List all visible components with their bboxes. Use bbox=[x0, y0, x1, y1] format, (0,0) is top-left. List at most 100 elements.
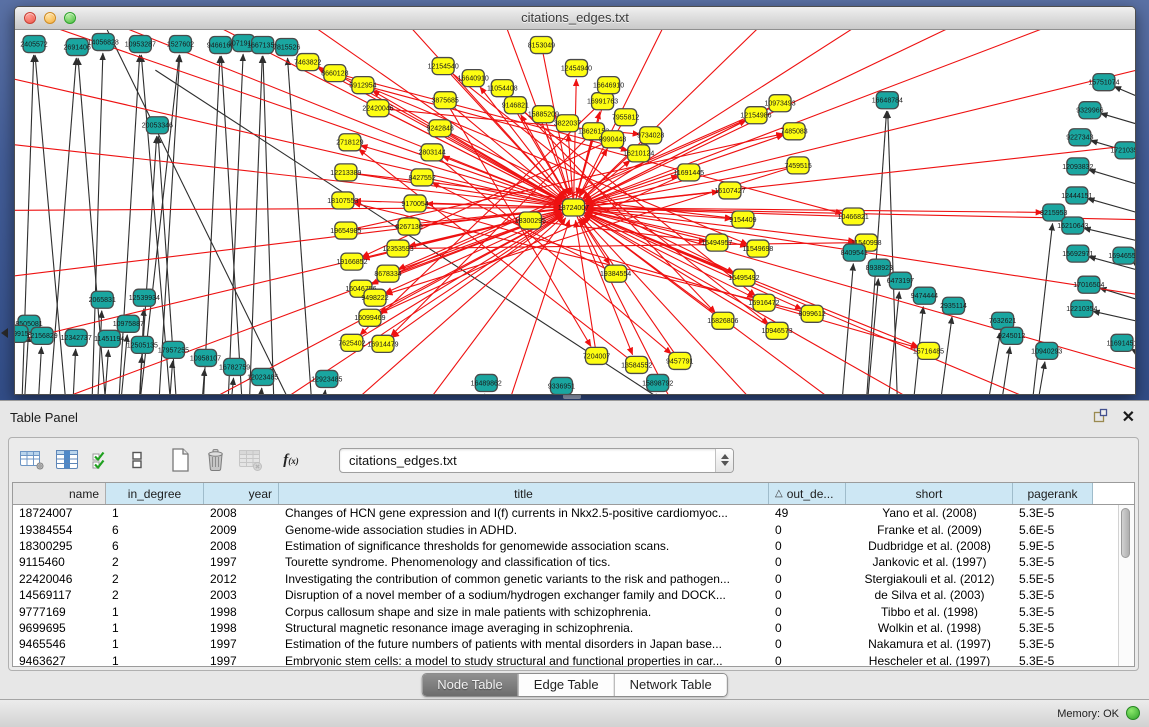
table-cell[interactable]: 2009 bbox=[204, 523, 279, 537]
table-cell[interactable]: 1 bbox=[106, 654, 204, 667]
table-cell[interactable]: 0 bbox=[769, 539, 846, 553]
tab-edge-table[interactable]: Edge Table bbox=[518, 674, 614, 696]
table-row[interactable]: 946554611997Estimation of the future num… bbox=[13, 636, 1134, 652]
tab-network-table[interactable]: Network Table bbox=[614, 674, 727, 696]
table-cell[interactable]: 1997 bbox=[204, 637, 279, 651]
table-cell[interactable]: 2012 bbox=[204, 572, 279, 586]
table-cell[interactable]: 1 bbox=[106, 506, 204, 520]
vertical-scrollbar[interactable] bbox=[1118, 505, 1134, 666]
table-cell[interactable]: 1998 bbox=[204, 621, 279, 635]
table-cell[interactable]: Corpus callosum shape and size in male p… bbox=[279, 605, 769, 619]
table-cell[interactable]: Structural magnetic resonance image aver… bbox=[279, 621, 769, 635]
table-cell[interactable]: 2 bbox=[106, 572, 204, 586]
tab-node-table[interactable]: Node Table bbox=[422, 674, 518, 696]
column-header-pagerank[interactable]: pagerank bbox=[1013, 483, 1093, 504]
table-cell[interactable]: 9463627 bbox=[13, 654, 106, 667]
table-selector-combobox[interactable]: citations_edges.txt bbox=[339, 448, 734, 473]
table-cell[interactable]: 5.3E-5 bbox=[1013, 621, 1093, 635]
table-cell[interactable]: Nakamura et al. (1997) bbox=[846, 637, 1013, 651]
table-cell[interactable]: Tibbo et al. (1998) bbox=[846, 605, 1013, 619]
table-cell[interactable]: 19384554 bbox=[13, 523, 106, 537]
show-column-button[interactable] bbox=[52, 446, 82, 474]
table-row[interactable]: 1938455462009Genome-wide association stu… bbox=[13, 521, 1134, 537]
table-row[interactable]: 1830029562008Estimation of significance … bbox=[13, 538, 1134, 554]
table-row[interactable]: 977716911998Corpus callosum shape and si… bbox=[13, 603, 1134, 619]
table-cell[interactable]: Disruption of a novel member of a sodium… bbox=[279, 588, 769, 602]
table-row[interactable]: 969969511998Structural magnetic resonanc… bbox=[13, 620, 1134, 636]
column-header-short[interactable]: short bbox=[846, 483, 1013, 504]
table-cell[interactable]: 6 bbox=[106, 523, 204, 537]
table-cell[interactable]: 14569117 bbox=[13, 588, 106, 602]
memory-status-dot[interactable] bbox=[1126, 706, 1140, 720]
table-cell[interactable]: 5.3E-5 bbox=[1013, 588, 1093, 602]
column-header-title[interactable]: title bbox=[279, 483, 769, 504]
table-cell[interactable]: Jankovic et al. (1997) bbox=[846, 555, 1013, 569]
table-cell[interactable]: 18724007 bbox=[13, 506, 106, 520]
table-cell[interactable]: 9465546 bbox=[13, 637, 106, 651]
table-cell[interactable]: Wolkin et al. (1998) bbox=[846, 621, 1013, 635]
table-cell[interactable]: Tourette syndrome. Phenomenology and cla… bbox=[279, 555, 769, 569]
table-cell[interactable]: 1 bbox=[106, 637, 204, 651]
table-cell[interactable]: 5.6E-5 bbox=[1013, 523, 1093, 537]
table-cell[interactable]: 0 bbox=[769, 588, 846, 602]
table-cell[interactable]: 5.9E-5 bbox=[1013, 539, 1093, 553]
table-cell[interactable]: Yano et al. (2008) bbox=[846, 506, 1013, 520]
network-window-titlebar[interactable]: citations_edges.txt bbox=[15, 7, 1135, 30]
table-cell[interactable]: 0 bbox=[769, 637, 846, 651]
select-all-button[interactable] bbox=[87, 446, 117, 474]
minimize-button[interactable] bbox=[44, 12, 56, 24]
network-canvas[interactable]: 1872400718300295193845542242004627181291… bbox=[15, 30, 1135, 394]
table-cell[interactable]: 49 bbox=[769, 506, 846, 520]
table-cell[interactable]: 22420046 bbox=[13, 572, 106, 586]
table-cell[interactable]: 1997 bbox=[204, 555, 279, 569]
table-cell[interactable]: 2 bbox=[106, 555, 204, 569]
table-cell[interactable]: 1 bbox=[106, 621, 204, 635]
table-cell[interactable]: Changes of HCN gene expression and I(f) … bbox=[279, 506, 769, 520]
new-table-button[interactable] bbox=[165, 446, 195, 474]
table-cell[interactable]: 9777169 bbox=[13, 605, 106, 619]
table-cell[interactable]: Estimation of significance thresholds fo… bbox=[279, 539, 769, 553]
table-cell[interactable]: 1998 bbox=[204, 605, 279, 619]
table-cell[interactable]: Genome-wide association studies in ADHD. bbox=[279, 523, 769, 537]
import-table-button[interactable] bbox=[235, 446, 265, 474]
table-cell[interactable]: 0 bbox=[769, 523, 846, 537]
delete-table-button[interactable] bbox=[200, 446, 230, 474]
table-row[interactable]: 1872400712008Changes of HCN gene express… bbox=[13, 505, 1134, 521]
table-cell[interactable]: 2008 bbox=[204, 539, 279, 553]
table-cell[interactable]: Dudbridge et al. (2008) bbox=[846, 539, 1013, 553]
table-row[interactable]: 946362711997Embryonic stem cells: a mode… bbox=[13, 653, 1134, 667]
table-cell[interactable]: 6 bbox=[106, 539, 204, 553]
table-cell[interactable]: 1997 bbox=[204, 654, 279, 667]
table-cell[interactable]: 9115460 bbox=[13, 555, 106, 569]
table-cell[interactable]: 2008 bbox=[204, 506, 279, 520]
zoom-button[interactable] bbox=[64, 12, 76, 24]
table-cell[interactable]: 0 bbox=[769, 605, 846, 619]
table-cell[interactable]: 18300295 bbox=[13, 539, 106, 553]
table-cell[interactable]: Franke et al. (2009) bbox=[846, 523, 1013, 537]
table-options-button[interactable] bbox=[17, 446, 47, 474]
table-cell[interactable]: 0 bbox=[769, 621, 846, 635]
table-cell[interactable]: Estimation of the future numbers of pati… bbox=[279, 637, 769, 651]
table-cell[interactable]: 5.5E-5 bbox=[1013, 572, 1093, 586]
scrollbar-thumb[interactable] bbox=[1121, 508, 1130, 558]
table-cell[interactable]: 5.3E-5 bbox=[1013, 654, 1093, 667]
table-cell[interactable]: Investigating the contribution of common… bbox=[279, 572, 769, 586]
float-window-icon[interactable] bbox=[1093, 408, 1108, 428]
table-cell[interactable]: de Silva et al. (2003) bbox=[846, 588, 1013, 602]
table-cell[interactable]: 0 bbox=[769, 555, 846, 569]
table-cell[interactable]: 0 bbox=[769, 572, 846, 586]
close-panel-icon[interactable]: ✕ bbox=[1122, 410, 1135, 426]
table-cell[interactable]: 2003 bbox=[204, 588, 279, 602]
table-cell[interactable]: Stergiakouli et al. (2012) bbox=[846, 572, 1013, 586]
left-panel-collapse-arrow-icon[interactable] bbox=[1, 328, 8, 338]
table-row[interactable]: 911546021997Tourette syndrome. Phenomeno… bbox=[13, 554, 1134, 570]
table-cell[interactable]: 5.3E-5 bbox=[1013, 555, 1093, 569]
function-builder-button[interactable]: f(x) bbox=[276, 446, 306, 474]
table-cell[interactable]: Hescheler et al. (1997) bbox=[846, 654, 1013, 667]
column-header-year[interactable]: year bbox=[204, 483, 279, 504]
table-cell[interactable]: 5.3E-5 bbox=[1013, 506, 1093, 520]
table-cell[interactable]: 2 bbox=[106, 588, 204, 602]
column-header-in-degree[interactable]: in_degree bbox=[106, 483, 204, 504]
table-cell[interactable]: Embryonic stem cells: a model to study s… bbox=[279, 654, 769, 667]
column-header-name[interactable]: name bbox=[13, 483, 106, 504]
